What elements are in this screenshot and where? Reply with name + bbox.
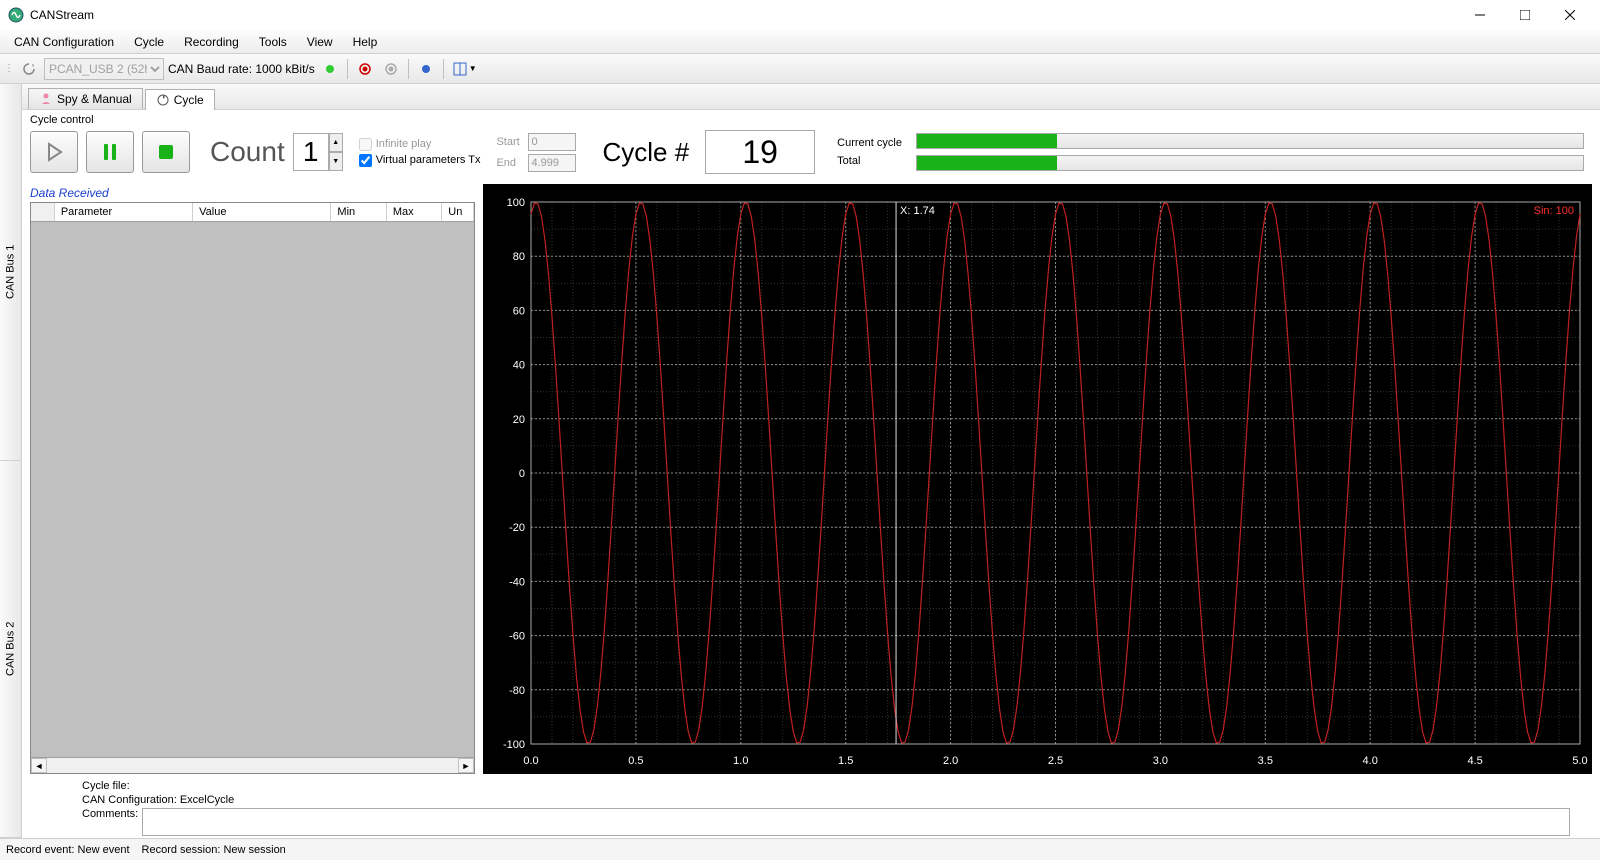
menu-cycle[interactable]: Cycle	[124, 33, 174, 51]
svg-text:-100: -100	[503, 739, 525, 751]
column-header-parameter[interactable]: Parameter	[55, 203, 193, 221]
spy-icon	[39, 92, 53, 106]
scroll-left-icon[interactable]: ◄	[31, 758, 47, 773]
menu-view[interactable]: View	[297, 33, 343, 51]
svg-text:40: 40	[513, 360, 525, 372]
maximize-button[interactable]	[1502, 0, 1547, 30]
app-icon	[8, 7, 24, 23]
svg-text:-80: -80	[509, 685, 525, 697]
column-header-value[interactable]: Value	[193, 203, 331, 221]
cycle-number-label: Cycle #	[602, 137, 689, 168]
start-label: Start	[496, 136, 524, 148]
end-input[interactable]	[528, 154, 576, 172]
menu-tools[interactable]: Tools	[249, 33, 297, 51]
cycle-icon	[156, 93, 170, 107]
count-up-button[interactable]: ▲	[329, 133, 343, 152]
chart-panel[interactable]: 0.0 0.5 1.0 1.5 2.0 2.5 3.0 3.5 4.0 4.5 5.0 -100 -80…	[483, 184, 1592, 774]
tab-spy-manual[interactable]: Spy & Manual	[28, 88, 143, 109]
cycle-number-value: 19	[705, 130, 815, 174]
status-record-session: Record session: New session	[142, 844, 286, 856]
cycle-file-label: Cycle file:	[82, 780, 1570, 792]
end-label: End	[496, 157, 524, 169]
menubar: CAN ConfigurationCycleRecordingToolsView…	[0, 30, 1600, 54]
menu-help[interactable]: Help	[343, 33, 388, 51]
virtual-params-checkbox[interactable]	[359, 154, 372, 167]
comments-label: Comments:	[82, 808, 138, 820]
svg-text:0.5: 0.5	[628, 755, 643, 767]
tab-label: Cycle	[174, 93, 204, 107]
svg-text:3.5: 3.5	[1258, 755, 1273, 767]
svg-text:3.0: 3.0	[1153, 755, 1168, 767]
count-label: Count	[210, 136, 285, 168]
menu-can-configuration[interactable]: CAN Configuration	[4, 33, 124, 51]
column-header-max[interactable]: Max	[387, 203, 442, 221]
infinite-play-checkbox[interactable]	[359, 138, 372, 151]
svg-text:-20: -20	[509, 522, 525, 534]
svg-text:0: 0	[519, 468, 525, 480]
record-button[interactable]	[354, 58, 376, 80]
status-led-icon	[319, 58, 341, 80]
svg-text:100: 100	[507, 197, 525, 209]
cycle-control-label: Cycle control	[30, 114, 1592, 126]
svg-text:4.5: 4.5	[1467, 755, 1482, 767]
refresh-icon[interactable]	[18, 58, 40, 80]
svg-text:-40: -40	[509, 576, 525, 588]
can-config-label: CAN Configuration: ExcelCycle	[82, 794, 1570, 806]
record-disabled-button[interactable]	[380, 58, 402, 80]
svg-text:1.0: 1.0	[733, 755, 748, 767]
minimize-button[interactable]	[1457, 0, 1502, 30]
side-tabs: CAN Bus 1CAN Bus 2	[0, 84, 22, 838]
toolbar: ⋮ PCAN_USB 2 (52h) CAN Baud rate: 1000 k…	[0, 54, 1600, 84]
device-select[interactable]: PCAN_USB 2 (52h)	[44, 58, 164, 80]
count-input[interactable]	[293, 133, 329, 171]
tab-cycle[interactable]: Cycle	[145, 89, 215, 110]
svg-text:-60: -60	[509, 631, 525, 643]
tabstrip: Spy & Manual Cycle	[22, 84, 1600, 110]
svg-text:20: 20	[513, 414, 525, 426]
status-record-event: Record event: New event	[6, 844, 130, 856]
total-label: Total	[837, 155, 902, 167]
count-down-button[interactable]: ▼	[329, 152, 343, 171]
window-title: CANStream	[30, 8, 1457, 22]
svg-text:0.0: 0.0	[523, 755, 538, 767]
play-button[interactable]	[30, 131, 78, 173]
horizontal-scrollbar[interactable]: ◄ ►	[31, 757, 474, 773]
comments-input[interactable]	[142, 808, 1570, 836]
column-header-min[interactable]: Min	[331, 203, 386, 221]
total-progress	[916, 155, 1584, 171]
tab-label: Spy & Manual	[57, 92, 132, 106]
svg-text:60: 60	[513, 305, 525, 317]
data-received-heading: Data Received	[30, 184, 475, 202]
baud-rate-label: CAN Baud rate: 1000 kBit/s	[168, 62, 315, 76]
pause-button[interactable]	[86, 131, 134, 173]
menu-recording[interactable]: Recording	[174, 33, 249, 51]
svg-text:2.5: 2.5	[1048, 755, 1063, 767]
svg-text:1.5: 1.5	[838, 755, 853, 767]
current-cycle-label: Current cycle	[837, 137, 902, 149]
titlebar: CANStream	[0, 0, 1600, 30]
scroll-right-icon[interactable]: ►	[458, 758, 474, 773]
svg-text:X: 1.74: X: 1.74	[900, 205, 935, 217]
layout-button[interactable]: ▼	[450, 58, 480, 80]
side-tab-can-bus-2[interactable]: CAN Bus 2	[0, 461, 21, 838]
side-tab-can-bus-1[interactable]: CAN Bus 1	[0, 84, 21, 461]
cycle-control-section: Cycle control Count ▲ ▼ Infinite play Vi…	[22, 110, 1600, 184]
current-cycle-progress	[916, 133, 1584, 149]
marker-button[interactable]	[415, 58, 437, 80]
footer-info: Cycle file: CAN Configuration: ExcelCycl…	[22, 774, 1600, 838]
stop-button[interactable]	[142, 131, 190, 173]
svg-text:2.0: 2.0	[943, 755, 958, 767]
infinite-play-option[interactable]: Infinite play	[359, 138, 481, 151]
svg-text:80: 80	[513, 251, 525, 263]
data-grid[interactable]: ParameterValueMinMaxUn ◄ ►	[30, 202, 475, 774]
data-grid-body	[31, 222, 474, 757]
column-header-un[interactable]: Un	[442, 203, 474, 221]
close-button[interactable]	[1547, 0, 1592, 30]
svg-text:5.0: 5.0	[1572, 755, 1587, 767]
start-input[interactable]	[528, 133, 576, 151]
svg-text:Sin: 100: Sin: 100	[1534, 205, 1574, 217]
virtual-params-option[interactable]: Virtual parameters Tx	[359, 154, 481, 167]
svg-text:4.0: 4.0	[1363, 755, 1378, 767]
statusbar: Record event: New event Record session: …	[0, 838, 1600, 860]
